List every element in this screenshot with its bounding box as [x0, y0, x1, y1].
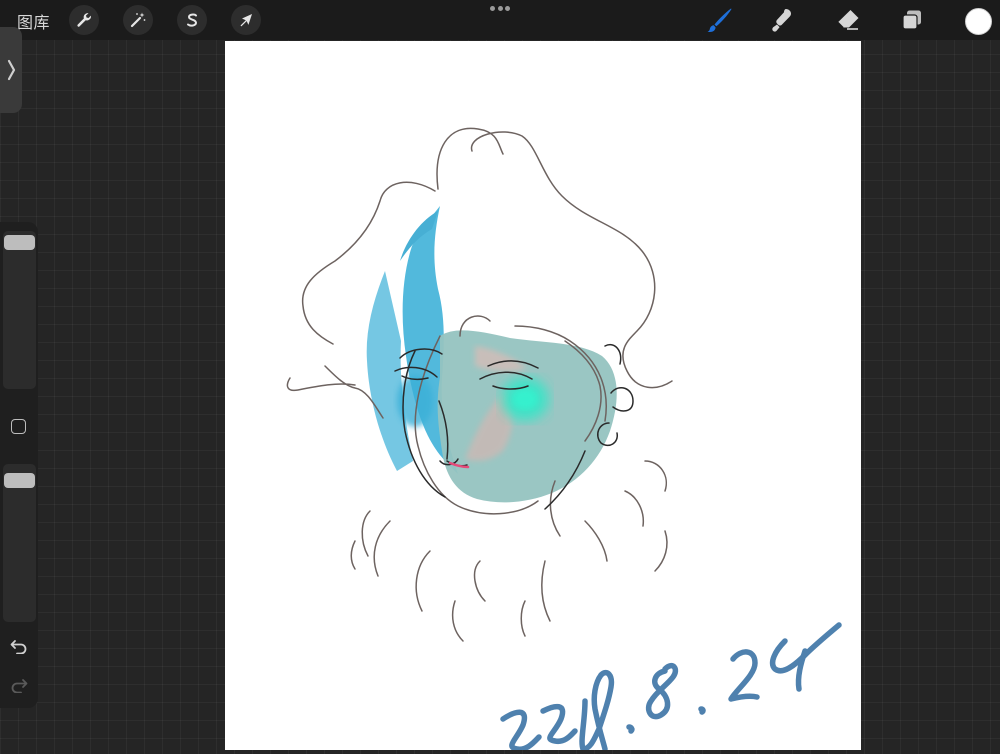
brush-size-slider[interactable]	[3, 231, 36, 389]
opacity-handle[interactable]	[4, 472, 35, 488]
color-picker-button[interactable]	[965, 8, 992, 35]
top-toolbar: 图库	[0, 0, 1000, 40]
smudge-tool-button[interactable]	[767, 5, 799, 35]
smudge-icon	[772, 9, 791, 32]
opacity-slider[interactable]	[3, 464, 36, 622]
layers-icon	[902, 10, 921, 30]
undo-icon	[10, 640, 27, 655]
brush-size-handle[interactable]	[4, 235, 35, 251]
arrow-cursor-icon	[240, 14, 252, 27]
wrench-icon	[77, 13, 91, 27]
brush-tool-button[interactable]	[704, 5, 736, 35]
redo-icon	[11, 679, 28, 694]
magic-wand-icon	[130, 12, 146, 28]
sidebar-expand-button[interactable]	[0, 27, 22, 113]
transform-button[interactable]	[231, 5, 261, 35]
artwork-sketch	[286, 127, 842, 752]
date-signature-artwork	[500, 622, 842, 752]
selection-button[interactable]	[177, 5, 207, 35]
chevron-right-icon	[7, 59, 16, 81]
more-options-icon[interactable]	[490, 6, 510, 12]
brush-icon	[707, 8, 732, 32]
eraser-icon	[837, 10, 859, 30]
redo-button[interactable]	[9, 677, 29, 694]
sidebar-panel	[0, 222, 38, 708]
actions-button[interactable]	[69, 5, 99, 35]
drawing-canvas[interactable]	[225, 41, 861, 752]
adjustments-button[interactable]	[123, 5, 153, 35]
undo-button[interactable]	[9, 638, 29, 655]
layers-button[interactable]	[896, 5, 928, 35]
gallery-button[interactable]: 图库	[17, 9, 50, 33]
modify-button[interactable]	[11, 419, 26, 434]
eraser-tool-button[interactable]	[832, 5, 864, 35]
selection-s-icon	[187, 13, 198, 27]
